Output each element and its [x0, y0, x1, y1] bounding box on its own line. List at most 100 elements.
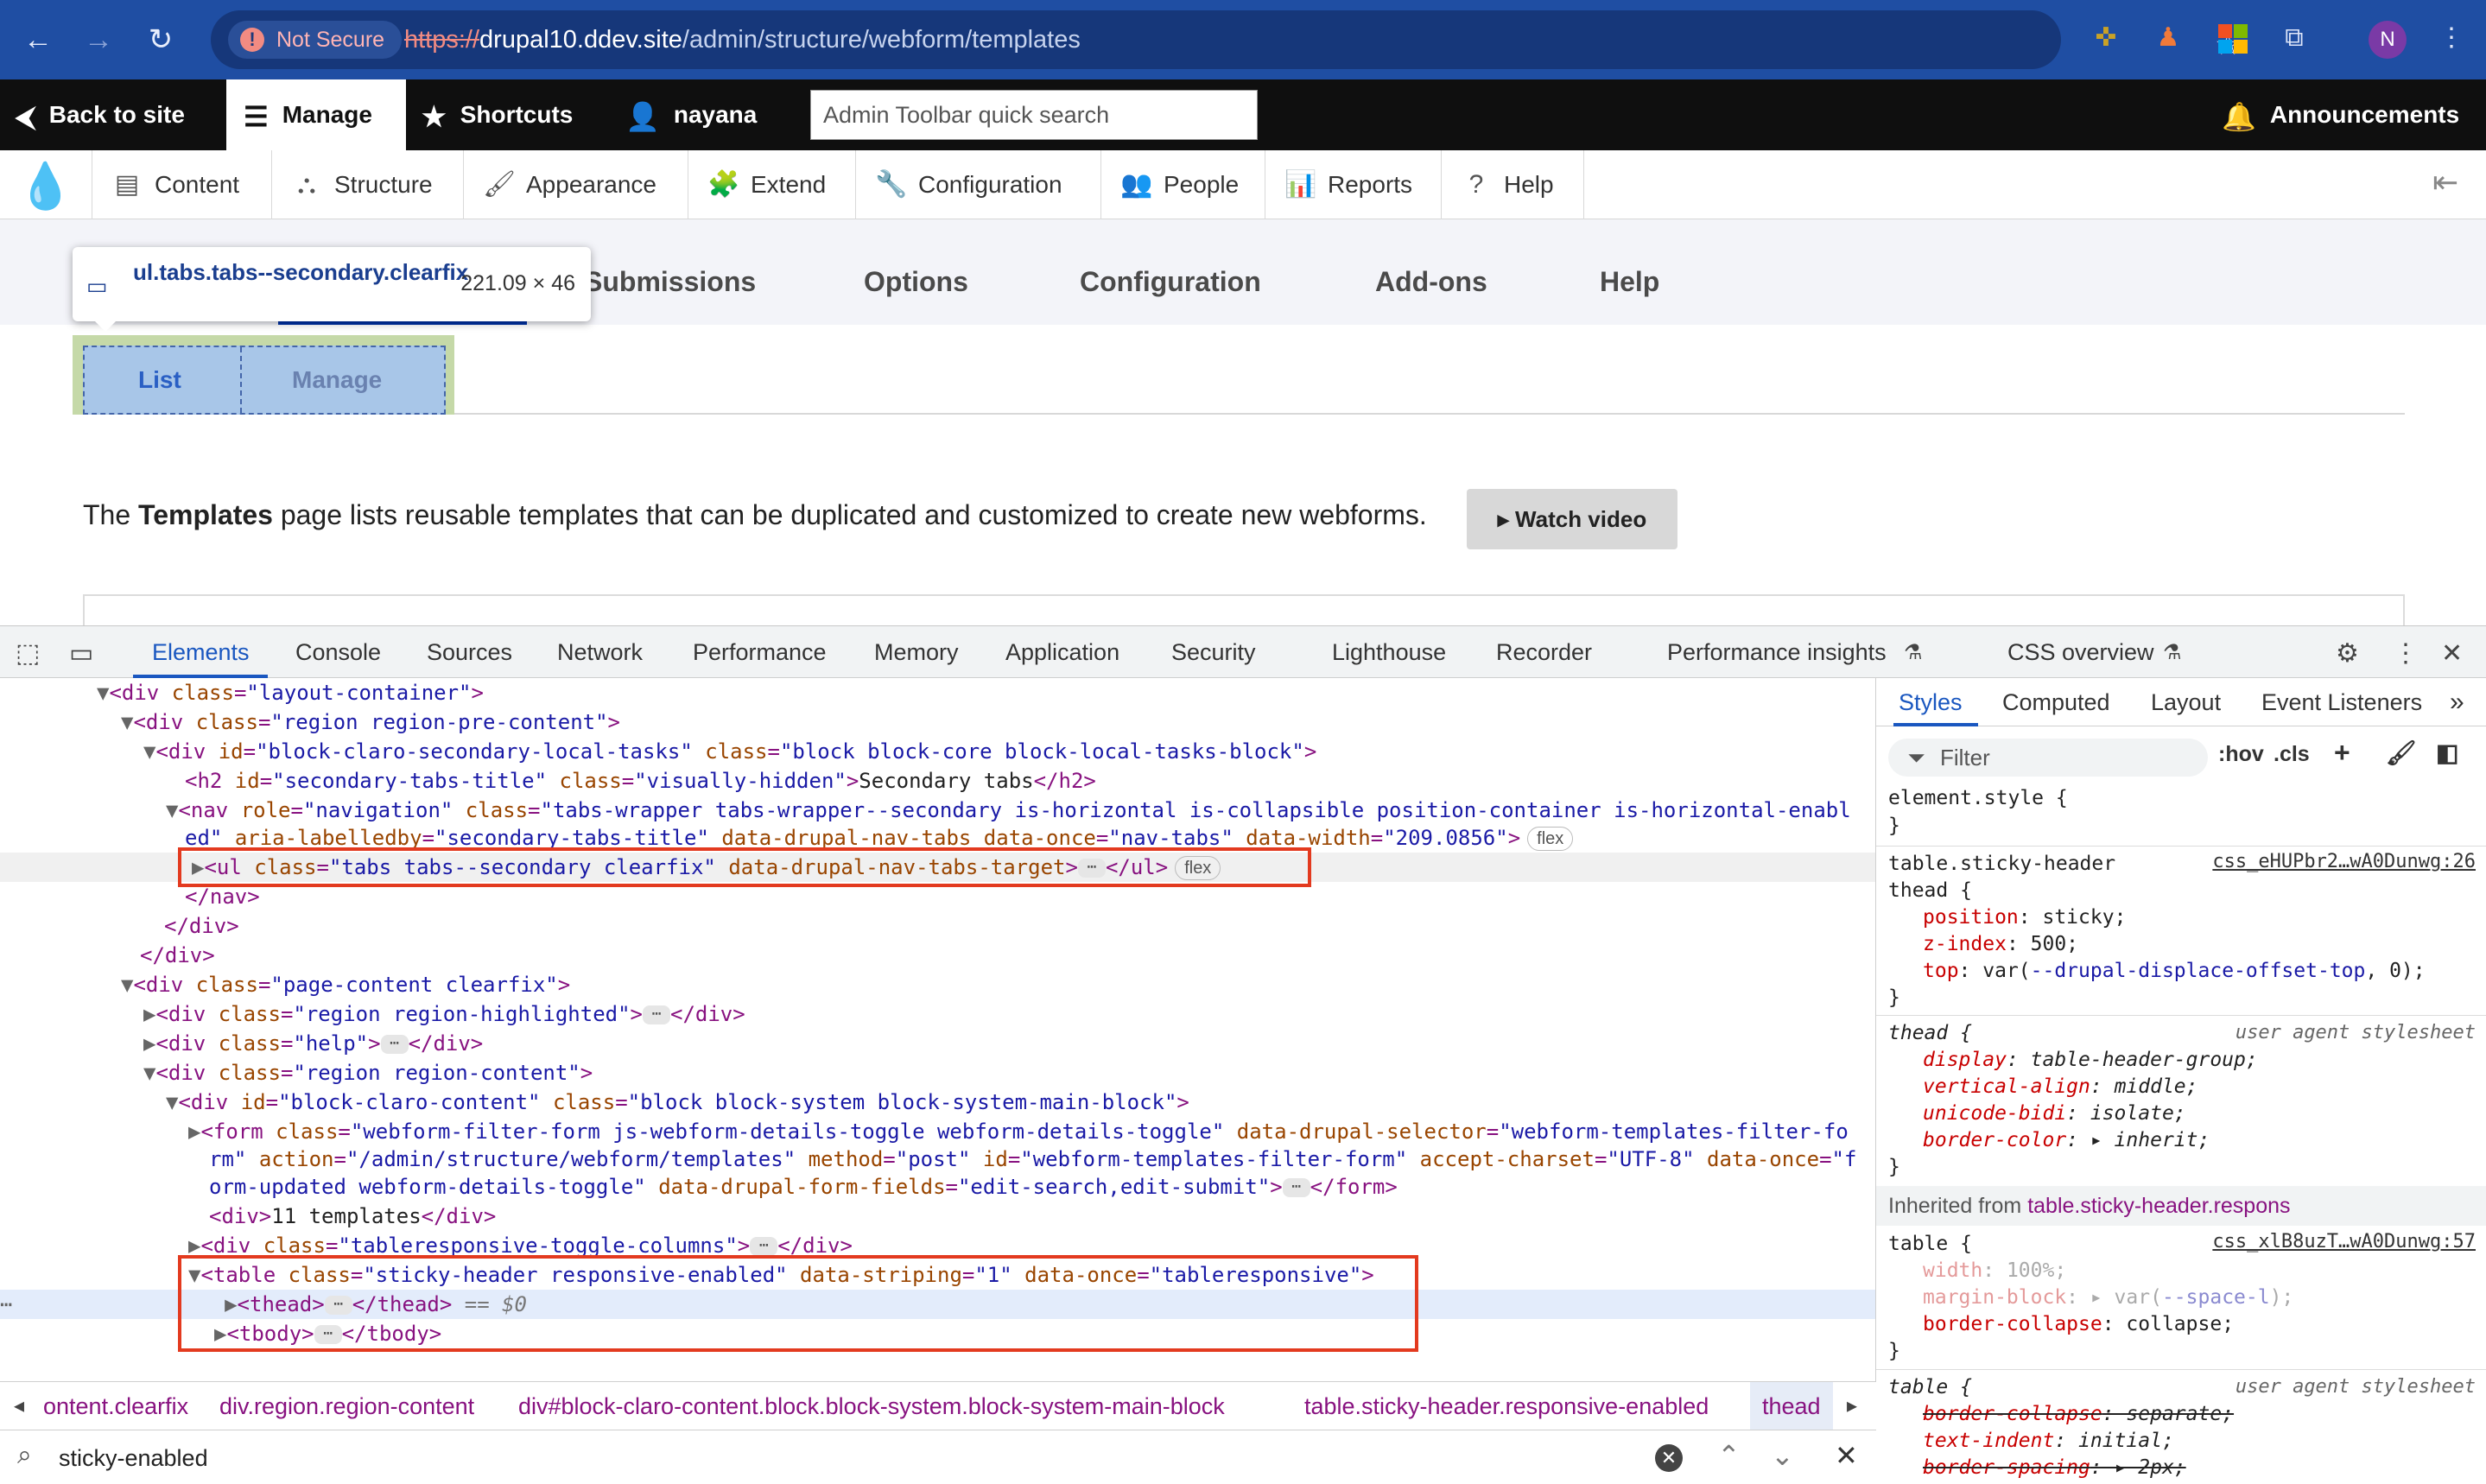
- dom-node[interactable]: ▼<div id="block-claro-content" class="bl…: [0, 1088, 1875, 1117]
- secondary-tab-manage[interactable]: Manage: [292, 366, 382, 394]
- tab-submissions[interactable]: Submissions: [584, 266, 756, 298]
- settings-gear-icon[interactable]: ⚙: [2336, 638, 2359, 669]
- dom-node[interactable]: ▶<div class="help"> ⋯ </div>: [0, 1029, 1875, 1058]
- tab-performance-insights[interactable]: Performance insights: [1667, 626, 1887, 678]
- device-toolbar-icon[interactable]: ▭: [69, 638, 93, 669]
- secondary-tab-list[interactable]: List: [138, 366, 181, 394]
- style-source-link[interactable]: css_eHUPbr2…wA0Dunwg:26: [2212, 851, 2476, 872]
- drupal-logo-icon[interactable]: 💧: [17, 162, 73, 211]
- menu-help[interactable]: ? Help: [1441, 150, 1584, 219]
- reload-icon[interactable]: ↻: [140, 19, 181, 60]
- dom-node[interactable]: <h2 id="secondary-tabs-title" class="vis…: [0, 766, 1875, 796]
- menu-structure[interactable]: ⛬ Structure: [271, 150, 463, 219]
- tab-application[interactable]: Application: [1005, 626, 1119, 678]
- toolbar-search-input[interactable]: Admin Toolbar quick search: [810, 90, 1258, 140]
- breadcrumb-item[interactable]: div.region.region-content: [219, 1382, 474, 1430]
- close-icon[interactable]: ✕: [2441, 638, 2463, 669]
- style-declaration[interactable]: margin-block: ▸ var(--space-l);: [1888, 1284, 2484, 1311]
- breadcrumb-item[interactable]: ontent.clearfix: [43, 1382, 188, 1430]
- not-secure-badge[interactable]: ! Not Secure: [228, 21, 403, 59]
- manage-tab[interactable]: ☰ Manage: [226, 79, 406, 150]
- scroll-left-icon[interactable]: ◂: [14, 1382, 24, 1430]
- tab-add-ons[interactable]: Add-ons: [1375, 266, 1487, 298]
- menu-reports[interactable]: 📊 Reports: [1265, 150, 1441, 219]
- more-options-icon[interactable]: ⋮: [2393, 638, 2419, 669]
- search-next-icon[interactable]: ⌄: [1771, 1439, 1794, 1472]
- style-declaration[interactable]: position: sticky;: [1888, 904, 2484, 931]
- style-declaration: unicode-bidi: isolate;: [1923, 1102, 2186, 1125]
- tab-sources[interactable]: Sources: [427, 626, 512, 678]
- tab-performance[interactable]: Performance: [693, 626, 827, 678]
- tab-network[interactable]: Network: [557, 626, 643, 678]
- menu-extend[interactable]: 🧩 Extend: [688, 150, 855, 219]
- style-declaration[interactable]: z-index: 500;: [1888, 931, 2484, 958]
- dom-node[interactable]: ▶<div class="region region-highlighted">…: [0, 999, 1875, 1029]
- dom-node[interactable]: ▼<nav role="navigation" class="tabs-wrap…: [0, 796, 1875, 825]
- tab-event-listeners[interactable]: Event Listeners: [2261, 678, 2422, 726]
- inspect-element-icon[interactable]: ⬚: [16, 638, 40, 669]
- collapse-sidebar-icon[interactable]: ⇤: [2432, 164, 2458, 200]
- back-to-site-link[interactable]: ⮜ Back to site: [16, 79, 185, 150]
- announcements-tab[interactable]: 🔔 Announcements: [2222, 79, 2459, 150]
- tab-css-overview[interactable]: CSS overview: [2007, 626, 2154, 678]
- user-tab[interactable]: 👤 nayana: [625, 79, 757, 150]
- extension-cross-icon[interactable]: ✜: [2089, 21, 2123, 55]
- dom-node[interactable]: ▼<div class="page-content clearfix">: [0, 970, 1875, 999]
- tab-configuration[interactable]: Configuration: [1080, 266, 1261, 298]
- browser-menu-icon[interactable]: ⋮: [2434, 21, 2469, 55]
- tab-computed[interactable]: Computed: [2002, 678, 2110, 726]
- tab-memory[interactable]: Memory: [874, 626, 959, 678]
- hov-toggle[interactable]: :hov: [2218, 742, 2264, 767]
- clear-search-icon[interactable]: ✕: [1655, 1444, 1683, 1472]
- dom-node[interactable]: ▶<form class="webform-filter-form js-web…: [0, 1117, 1875, 1146]
- extension-person-icon[interactable]: ♟: [2151, 21, 2185, 55]
- dom-node[interactable]: </div>: [0, 941, 1875, 970]
- tab-console[interactable]: Console: [295, 626, 381, 678]
- menu-people[interactable]: 👥 People: [1100, 150, 1265, 219]
- url-text[interactable]: https://drupal10.ddev.site/admin/structu…: [404, 10, 1081, 69]
- menu-appearance[interactable]: 🖌 Appearance: [463, 150, 688, 219]
- style-declaration[interactable]: top: var(--drupal-displace-offset-top, 0…: [1888, 958, 2484, 985]
- back-arrow-icon[interactable]: ←: [17, 19, 59, 60]
- user-icon: 👤: [625, 100, 660, 132]
- address-bar[interactable]: ! Not Secure https://drupal10.ddev.site/…: [211, 10, 2241, 69]
- microsoft-extension-icon[interactable]: [2218, 24, 2248, 54]
- tab-elements[interactable]: Elements: [152, 626, 250, 678]
- tab-security[interactable]: Security: [1171, 626, 1256, 678]
- style-source-link[interactable]: css_xlB8uzT…wA0Dunwg:57: [2212, 1231, 2476, 1253]
- paint-icon[interactable]: 🖌: [2386, 739, 2417, 767]
- toggle-sidebar-icon[interactable]: ◧: [2436, 739, 2458, 767]
- dom-node[interactable]: ▼<div class="region region-content">: [0, 1058, 1875, 1088]
- breadcrumb-item[interactable]: table.sticky-header.responsive-enabled: [1304, 1382, 1709, 1430]
- styles-filter-input[interactable]: ⏷ Filter: [1888, 739, 2208, 777]
- elements-search-input[interactable]: sticky-enabled: [59, 1430, 208, 1484]
- dom-node[interactable]: ▼<div id="block-claro-secondary-local-ta…: [0, 737, 1875, 766]
- more-tabs-icon[interactable]: »: [2450, 678, 2464, 726]
- style-declaration[interactable]: border-collapse: collapse;: [1888, 1311, 2484, 1338]
- extensions-puzzle-icon[interactable]: ⧉: [2277, 21, 2312, 55]
- menu-content[interactable]: ▤ Content: [92, 150, 271, 219]
- tab-lighthouse[interactable]: Lighthouse: [1332, 626, 1446, 678]
- style-declaration[interactable]: width: 100%;: [1888, 1258, 2484, 1284]
- menu-configuration[interactable]: 🔧 Configuration: [855, 150, 1100, 219]
- dom-node[interactable]: <div>11 templates</div>: [0, 1202, 1875, 1231]
- profile-avatar[interactable]: N: [2369, 21, 2407, 59]
- breadcrumb-item[interactable]: div#block-claro-content.block.block-syst…: [518, 1382, 1225, 1430]
- tab-options[interactable]: Options: [864, 266, 968, 298]
- dom-node[interactable]: ▼<div class="region region-pre-content">: [0, 707, 1875, 737]
- dom-node[interactable]: ▼<div class="layout-container">: [0, 678, 1875, 707]
- tab-help[interactable]: Help: [1600, 266, 1659, 298]
- breadcrumb-item-active[interactable]: thead: [1750, 1382, 1833, 1430]
- new-rule-icon[interactable]: +: [2334, 737, 2350, 769]
- close-search-icon[interactable]: ✕: [1835, 1439, 1858, 1472]
- tab-recorder[interactable]: Recorder: [1496, 626, 1592, 678]
- forward-arrow-icon[interactable]: →: [78, 19, 119, 60]
- watch-video-button[interactable]: ▸ Watch video: [1467, 489, 1677, 549]
- tab-styles[interactable]: Styles: [1899, 678, 1963, 726]
- search-previous-icon[interactable]: ⌃: [1717, 1439, 1741, 1472]
- dom-node[interactable]: </div>: [0, 911, 1875, 941]
- cls-toggle[interactable]: .cls: [2274, 742, 2310, 767]
- tab-layout[interactable]: Layout: [2151, 678, 2221, 726]
- scroll-right-icon[interactable]: ▸: [1847, 1382, 1857, 1430]
- shortcuts-tab[interactable]: ★ Shortcuts: [422, 79, 573, 150]
